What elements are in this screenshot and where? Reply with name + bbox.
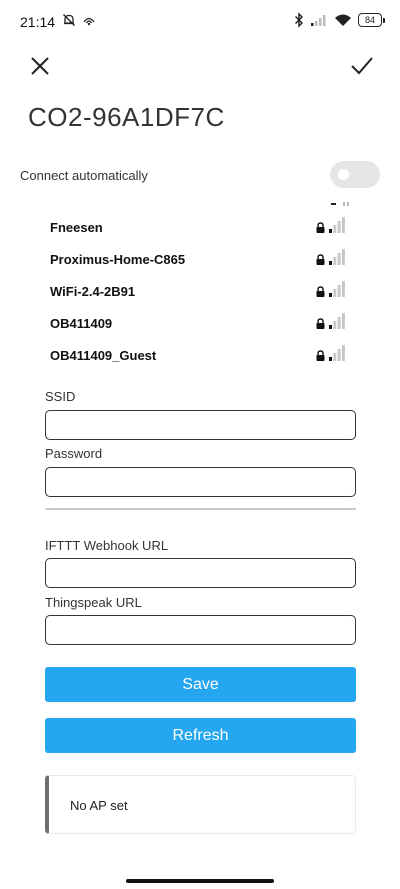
status-time: 21:14 (20, 14, 56, 30)
network-item[interactable]: OB411409_Guest (45, 341, 355, 369)
signal-icon (311, 15, 326, 26)
ap-status-box: No AP set (45, 775, 356, 834)
page-title: CO2-96A1DF7C (28, 102, 225, 132)
confirm-button[interactable] (346, 50, 378, 82)
ifttt-webhook-url-label: IFTTT Webhook URL (45, 538, 169, 553)
toggle-knob (338, 169, 349, 180)
lock-icon (316, 222, 325, 233)
signal-strength-icon (329, 217, 345, 233)
password-label: Password (45, 446, 103, 461)
bell-muted-icon (63, 14, 75, 26)
refresh-button[interactable]: Refresh (45, 718, 356, 753)
network-ssid: WiFi-2.4-2B91 (50, 284, 136, 299)
battery-level: 84 (364, 15, 375, 25)
wifi-icon (335, 14, 351, 26)
network-item[interactable]: OB411409 (45, 309, 355, 337)
connect-automatically-toggle[interactable] (330, 161, 380, 188)
close-button[interactable] (24, 50, 56, 82)
hotspot-icon (83, 17, 95, 26)
check-icon (351, 57, 373, 75)
save-button[interactable]: Save (45, 667, 356, 702)
connect-automatically-row: Connect automatically (20, 160, 380, 190)
lock-icon (316, 350, 325, 361)
network-ssid: OB411409 (50, 316, 113, 331)
signal-strength-icon (329, 313, 345, 329)
ifttt-webhook-url-input[interactable] (45, 558, 356, 588)
close-icon (31, 57, 49, 75)
network-ssid: Fneesen (50, 220, 103, 235)
home-indicator[interactable] (126, 879, 274, 883)
thingspeak-url-input[interactable] (45, 615, 356, 645)
network-list[interactable]: Fneesen Proximus-Home-C865 WiFi-2.4-2B91… (45, 200, 355, 372)
network-ssid: OB411409_Guest (50, 348, 157, 363)
network-ssid: Proximus-Home-C865 (50, 252, 186, 267)
bluetooth-icon (295, 12, 303, 28)
signal-strength-icon (329, 345, 345, 361)
signal-strength-icon (329, 281, 345, 297)
network-item[interactable]: Fneesen (45, 213, 355, 241)
ssid-input[interactable] (45, 410, 356, 440)
network-item[interactable]: Proximus-Home-C865 (45, 245, 355, 273)
status-bar: 21:14 84 (0, 0, 400, 44)
signal-strength-icon (329, 249, 345, 265)
partial-network-signal-icon (331, 202, 349, 206)
lock-icon (316, 254, 325, 265)
lock-icon (316, 318, 325, 329)
password-input[interactable] (45, 467, 356, 497)
thingspeak-url-label: Thingspeak URL (45, 595, 142, 610)
ssid-label: SSID (45, 389, 76, 404)
status-left-icons (62, 13, 96, 27)
status-right-icons: 84 (294, 12, 385, 28)
divider (45, 508, 356, 510)
battery-icon: 84 (358, 13, 385, 27)
network-item[interactable]: WiFi-2.4-2B91 (45, 277, 355, 305)
connect-automatically-label: Connect automatically (20, 168, 148, 183)
ap-status-text: No AP set (70, 798, 128, 813)
lock-icon (316, 286, 325, 297)
